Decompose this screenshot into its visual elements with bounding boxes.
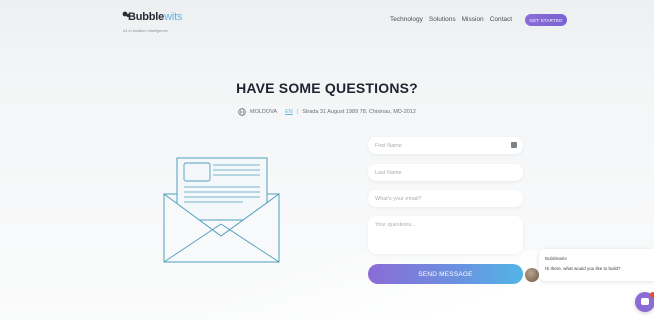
nav-link-mission[interactable]: Mission <box>462 16 484 23</box>
page-title: HAVE SOME QUESTIONS? <box>236 80 418 96</box>
first-name-field[interactable]: First Name <box>368 137 523 154</box>
logo-tagline: #1 in location intelligence <box>123 28 168 33</box>
logo-wordmark-accent: wits <box>164 11 183 23</box>
globe-icon <box>238 108 246 116</box>
first-name-placeholder: First Name <box>375 142 402 149</box>
questions-textarea[interactable]: Your questions... <box>368 216 523 254</box>
address-line: MOLDOVA EN | Strada 31 August 1989 78, C… <box>238 108 416 116</box>
chat-agent-avatar[interactable] <box>525 268 539 282</box>
last-name-placeholder: Last Name <box>375 169 402 176</box>
nav-link-solutions[interactable]: Solutions <box>429 16 456 23</box>
main-nav: Technology Solutions Mission Contact <box>390 16 518 23</box>
id-card-icon <box>511 142 517 148</box>
send-message-button[interactable]: SEND MESSAGE <box>368 264 523 284</box>
email-field[interactable]: What's your email? <box>368 190 523 207</box>
logo-wordmark-bold: Bubble <box>128 11 165 23</box>
nav-link-technology[interactable]: Technology <box>390 16 423 23</box>
logo-wordmark: Bubblewits <box>128 11 182 23</box>
envelope-illustration <box>163 157 280 263</box>
address-street: Strada 31 August 1989 78, Chisinau, MD-2… <box>302 109 416 115</box>
address-language-link[interactable]: EN <box>285 109 293 115</box>
chat-launcher-button[interactable] <box>635 292 654 312</box>
notification-badge <box>650 292 654 298</box>
address-separator: | <box>296 109 299 115</box>
chat-message-bubble[interactable]: Bubblewits Hi there, what would you like… <box>539 249 654 281</box>
last-name-field[interactable]: Last Name <box>368 164 523 181</box>
email-placeholder: What's your email? <box>375 195 422 202</box>
questions-placeholder: Your questions... <box>375 222 416 228</box>
nav-link-contact[interactable]: Contact <box>490 16 512 23</box>
get-started-button[interactable]: GET STARTED <box>525 14 567 26</box>
chat-icon <box>641 298 649 305</box>
address-country: MOLDOVA <box>250 109 278 115</box>
chat-agent-name: Bubblewits <box>545 256 567 261</box>
chat-message-text: Hi there, what would you like to build? <box>545 266 621 271</box>
